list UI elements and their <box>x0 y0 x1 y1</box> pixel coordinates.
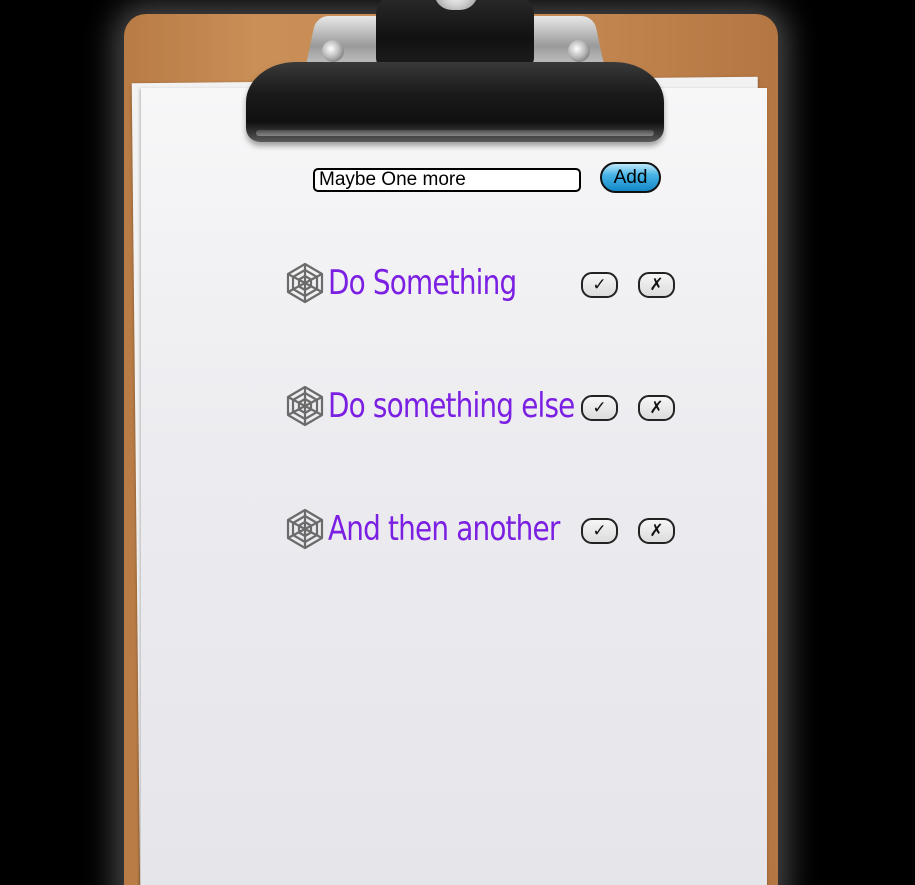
clip-rivet-right <box>568 40 590 62</box>
spider-web-icon <box>286 508 324 550</box>
app-stage: Add Do Something ✓ ✗ <box>0 0 915 885</box>
task-item: Do something else ✓ ✗ <box>284 383 684 431</box>
delete-task-button[interactable]: ✗ <box>638 272 675 298</box>
task-label: Do Something <box>328 263 517 303</box>
paper-sheet <box>141 88 767 885</box>
clip-rivet-left <box>322 40 344 62</box>
spider-web-icon <box>286 385 324 427</box>
delete-task-button[interactable]: ✗ <box>638 395 675 421</box>
task-item: And then another ✓ ✗ <box>284 506 684 554</box>
complete-task-button[interactable]: ✓ <box>581 395 618 421</box>
add-button[interactable]: Add <box>600 162 661 193</box>
new-task-input[interactable] <box>313 168 581 192</box>
spider-web-icon <box>286 262 324 304</box>
task-item: Do Something ✓ ✗ <box>284 260 684 308</box>
task-label: And then another <box>328 509 560 549</box>
task-label: Do something else <box>328 386 575 426</box>
delete-task-button[interactable]: ✗ <box>638 518 675 544</box>
complete-task-button[interactable]: ✓ <box>581 518 618 544</box>
complete-task-button[interactable]: ✓ <box>581 272 618 298</box>
clip-lever <box>376 0 534 68</box>
clip-bar <box>246 62 664 142</box>
